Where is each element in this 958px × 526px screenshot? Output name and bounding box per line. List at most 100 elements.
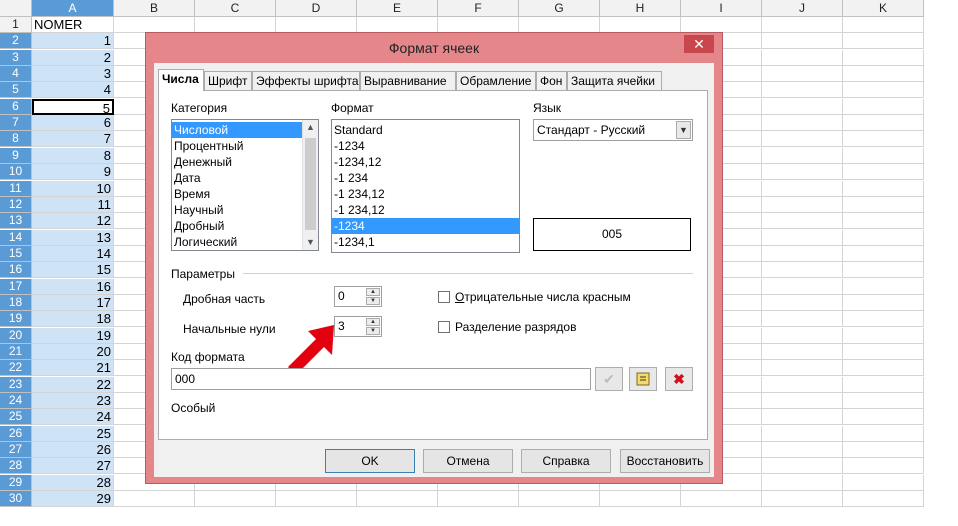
- row-header[interactable]: 19: [0, 311, 32, 328]
- row-header[interactable]: 29: [0, 474, 32, 491]
- cell[interactable]: [762, 409, 843, 426]
- add-comment-icon[interactable]: [629, 367, 657, 391]
- column-header-c[interactable]: C: [195, 0, 276, 17]
- category-scrollbar[interactable]: ▲ ▼: [302, 120, 318, 250]
- cell[interactable]: 8: [32, 147, 114, 164]
- cell[interactable]: [843, 196, 924, 213]
- cell[interactable]: 3: [32, 66, 114, 83]
- tab-cell-protection[interactable]: Защита ячейки: [567, 71, 662, 90]
- list-item[interactable]: Время: [172, 186, 302, 202]
- cell[interactable]: [600, 17, 681, 33]
- cell[interactable]: [843, 33, 924, 50]
- cell[interactable]: [762, 474, 843, 491]
- cell[interactable]: 9: [32, 164, 114, 181]
- cell[interactable]: [114, 491, 195, 508]
- column-header-a[interactable]: A: [32, 0, 114, 17]
- increment-icon[interactable]: ▲: [366, 318, 380, 326]
- cell[interactable]: [843, 213, 924, 230]
- cell[interactable]: [762, 491, 843, 508]
- cell[interactable]: 6: [32, 115, 114, 132]
- list-item[interactable]: -1234,12: [332, 154, 519, 170]
- cell[interactable]: [843, 115, 924, 132]
- cell[interactable]: 12: [32, 213, 114, 230]
- row-header[interactable]: 26: [0, 425, 32, 442]
- decrement-icon[interactable]: ▼: [366, 297, 380, 305]
- cell[interactable]: [843, 344, 924, 360]
- cell[interactable]: [843, 393, 924, 410]
- tab-background[interactable]: Фон: [536, 71, 567, 90]
- cell[interactable]: [843, 491, 924, 508]
- increment-icon[interactable]: ▲: [366, 288, 380, 296]
- row-header[interactable]: 24: [0, 393, 32, 410]
- checkmark-icon[interactable]: ✔: [595, 367, 623, 391]
- row-header[interactable]: 9: [0, 147, 32, 164]
- cell[interactable]: 26: [32, 442, 114, 459]
- cell[interactable]: [762, 344, 843, 360]
- cell[interactable]: [114, 17, 195, 33]
- cell[interactable]: [357, 491, 438, 508]
- close-icon[interactable]: ✕: [684, 35, 714, 53]
- column-header-e[interactable]: E: [357, 0, 438, 17]
- cell[interactable]: [438, 491, 519, 508]
- cell[interactable]: 17: [32, 294, 114, 311]
- cell[interactable]: [519, 17, 600, 33]
- cell[interactable]: [762, 458, 843, 475]
- cell[interactable]: [843, 311, 924, 328]
- cell[interactable]: [762, 376, 843, 393]
- cell[interactable]: 25: [32, 425, 114, 442]
- cell[interactable]: 28: [32, 474, 114, 491]
- cell[interactable]: [762, 213, 843, 230]
- cell[interactable]: [843, 164, 924, 181]
- cell[interactable]: [762, 245, 843, 262]
- column-header-i[interactable]: I: [681, 0, 762, 17]
- cell[interactable]: [762, 49, 843, 66]
- row-header[interactable]: 3: [0, 49, 32, 66]
- column-header-b[interactable]: B: [114, 0, 195, 17]
- list-item[interactable]: Числовой: [172, 122, 302, 138]
- tab-font[interactable]: Шрифт: [204, 71, 252, 90]
- cell[interactable]: [600, 491, 681, 508]
- cell[interactable]: [843, 229, 924, 246]
- cell[interactable]: [762, 17, 843, 33]
- row-header[interactable]: 30: [0, 491, 32, 508]
- delete-icon[interactable]: ✖: [665, 367, 693, 391]
- cell[interactable]: [843, 98, 924, 115]
- cancel-button[interactable]: Отмена: [423, 449, 513, 473]
- cell[interactable]: [843, 409, 924, 426]
- row-header[interactable]: 10: [0, 164, 32, 181]
- chevron-down-icon[interactable]: ▼: [676, 121, 691, 139]
- cell[interactable]: 27: [32, 458, 114, 475]
- list-item[interactable]: Денежный: [172, 154, 302, 170]
- cell[interactable]: [843, 66, 924, 83]
- column-header-f[interactable]: F: [438, 0, 519, 17]
- cell[interactable]: [762, 147, 843, 164]
- row-header[interactable]: 12: [0, 196, 32, 213]
- cell[interactable]: [762, 278, 843, 295]
- thousands-separator-checkbox[interactable]: [438, 321, 450, 333]
- list-item[interactable]: -1 234,12: [332, 202, 519, 218]
- cell[interactable]: [762, 262, 843, 279]
- cell[interactable]: [843, 49, 924, 66]
- cell[interactable]: [762, 294, 843, 311]
- cell[interactable]: [843, 245, 924, 262]
- cell[interactable]: 16: [32, 278, 114, 295]
- row-header[interactable]: 22: [0, 360, 32, 377]
- cell[interactable]: [762, 360, 843, 377]
- row-header[interactable]: 27: [0, 442, 32, 459]
- tab-borders[interactable]: Обрамление: [456, 71, 536, 90]
- cell[interactable]: [357, 17, 438, 33]
- negative-red-checkbox[interactable]: [438, 291, 450, 303]
- list-item[interactable]: -1 234,12: [332, 186, 519, 202]
- list-item[interactable]: Процентный: [172, 138, 302, 154]
- cell[interactable]: 18: [32, 311, 114, 328]
- list-item[interactable]: -1 234: [332, 170, 519, 186]
- list-item[interactable]: -1234,1: [332, 234, 519, 250]
- list-item[interactable]: Научный: [172, 202, 302, 218]
- decrement-icon[interactable]: ▼: [366, 327, 380, 335]
- cell[interactable]: [843, 425, 924, 442]
- row-header[interactable]: 2: [0, 33, 32, 50]
- cell[interactable]: [843, 262, 924, 279]
- cell[interactable]: [519, 491, 600, 508]
- cell[interactable]: 19: [32, 327, 114, 344]
- row-header[interactable]: 23: [0, 376, 32, 393]
